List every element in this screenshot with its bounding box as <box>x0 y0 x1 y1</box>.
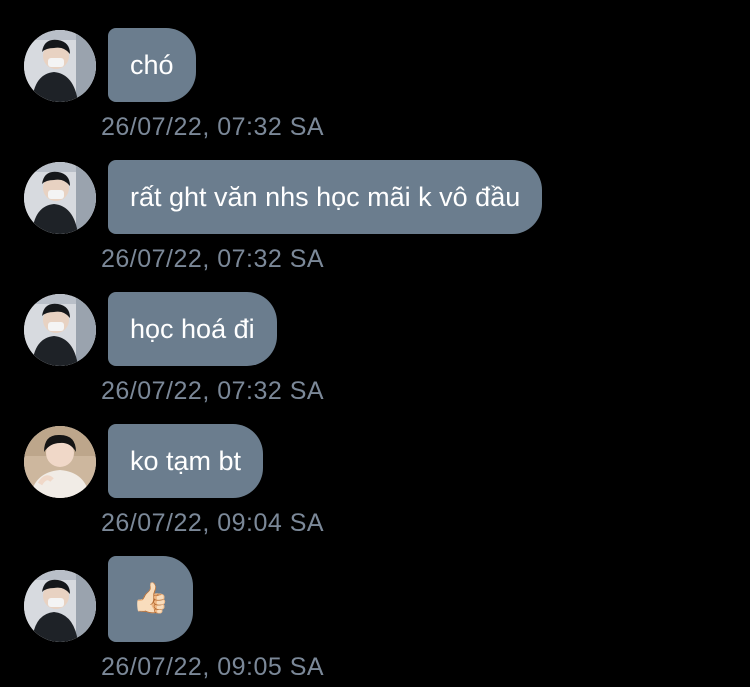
message-timestamp: 26/07/22, 09:04 SA <box>101 509 325 537</box>
avatar-boy-masked-icon <box>24 162 96 234</box>
avatar-boy-light-icon <box>24 426 96 498</box>
avatar[interactable] <box>24 570 96 642</box>
message-bubble[interactable]: rất ght văn nhs học mãi k vô đầu <box>108 160 543 234</box>
avatar[interactable] <box>24 294 96 366</box>
message-bubble-thumbs-up[interactable]: 👍🏻 <box>108 556 194 642</box>
message-timestamp: 26/07/22, 07:32 SA <box>101 113 325 141</box>
message-timestamp: 26/07/22, 07:32 SA <box>101 377 325 405</box>
message-timestamp: 26/07/22, 07:32 SA <box>101 245 325 273</box>
avatar[interactable] <box>24 30 96 102</box>
chat-thread: chó 26/07/22, 07:32 SA rất ght văn nhs h… <box>0 0 750 687</box>
message-bubble[interactable]: học hoá đi <box>108 292 277 366</box>
avatar[interactable] <box>24 162 96 234</box>
message-bubble[interactable]: chó <box>108 28 196 102</box>
avatar-boy-masked-icon <box>24 570 96 642</box>
avatar[interactable] <box>24 426 96 498</box>
message-bubble[interactable]: ko tạm bt <box>108 424 264 498</box>
avatar-boy-masked-icon <box>24 294 96 366</box>
avatar-boy-masked-icon <box>24 30 96 102</box>
message-timestamp: 26/07/22, 09:05 SA <box>101 653 325 681</box>
